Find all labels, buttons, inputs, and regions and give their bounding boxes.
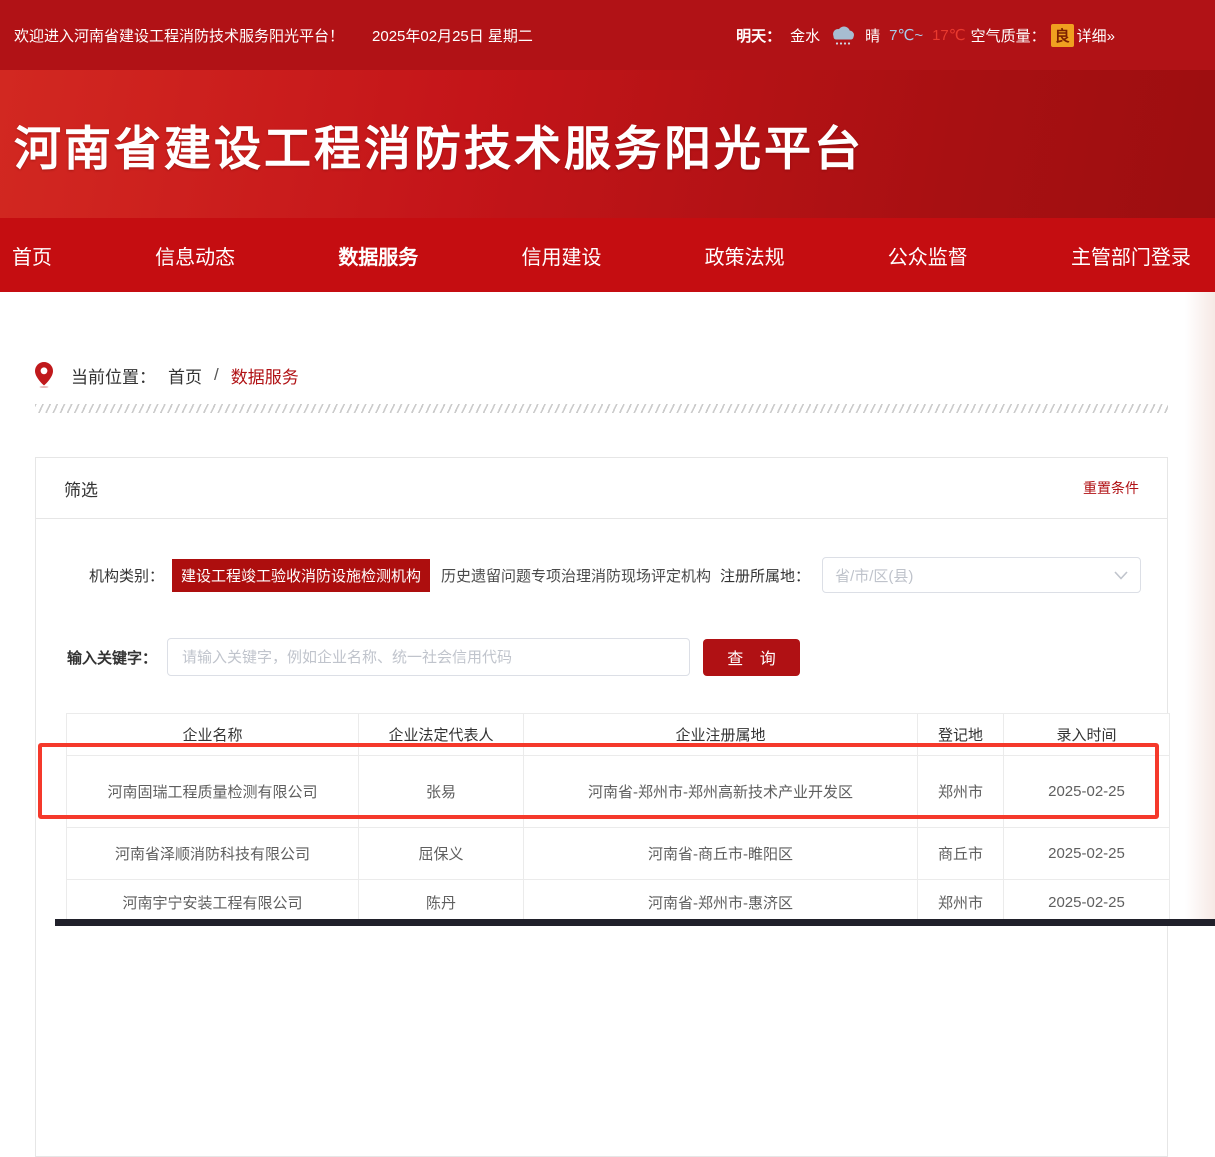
breadcrumb-home-link[interactable]: 首页	[168, 363, 202, 388]
cell-legal_rep: 张易	[359, 756, 524, 828]
column-header: 登记地	[918, 714, 1004, 756]
nav-item-news[interactable]: 信息动态	[155, 241, 235, 270]
column-header: 企业法定代表人	[359, 714, 524, 756]
cell-region: 河南省-商丘市-睢阳区	[524, 828, 918, 880]
cell-entry_date: 2025-02-25	[1004, 828, 1170, 880]
nav-item-data-service[interactable]: 数据服务	[338, 241, 418, 270]
region-select-placeholder: 省/市/区(县)	[835, 565, 913, 586]
cell-name: 河南固瑞工程质量检测有限公司	[67, 756, 359, 828]
weather-city: 金水	[790, 25, 820, 46]
region-select[interactable]: 省/市/区(县)	[822, 557, 1141, 593]
date-text: 2025年02月25日 星期二	[372, 25, 533, 46]
cell-name: 河南省泽顺消防科技有限公司	[67, 828, 359, 880]
topbar: 欢迎进入河南省建设工程消防技术服务阳光平台！ 2025年02月25日 星期二 明…	[0, 0, 1215, 70]
nav-item-policy[interactable]: 政策法规	[705, 241, 785, 270]
table-row-highlighted[interactable]: 河南固瑞工程质量检测有限公司张易河南省-郑州市-郑州高新技术产业开发区郑州市20…	[67, 756, 1170, 828]
results-table-wrap: 企业名称企业法定代表人企业注册属地登记地录入时间 河南固瑞工程质量检测有限公司张…	[66, 713, 1169, 926]
column-header: 企业注册属地	[524, 714, 918, 756]
filter-row-category-region: 机构类别： 建设工程竣工验收消防设施检测机构历史遗留问题专项治理消防现场评定机构…	[36, 557, 1167, 593]
weather-aqi-label: 空气质量：	[971, 25, 1046, 46]
breadcrumb-separator: /	[214, 365, 219, 385]
category-options: 建设工程竣工验收消防设施检测机构历史遗留问题专项治理消防现场评定机构	[172, 559, 720, 592]
filter-row-keyword: 输入关键字： 查 询	[36, 638, 1167, 676]
category-label: 机构类别：	[89, 565, 164, 586]
results-table: 企业名称企业法定代表人企业注册属地登记地录入时间 河南固瑞工程质量检测有限公司张…	[66, 713, 1170, 926]
cell-entry_date: 2025-02-25	[1004, 756, 1170, 828]
filter-title: 筛选	[64, 476, 98, 501]
chevron-down-icon	[1114, 571, 1128, 580]
nav-item-home[interactable]: 首页	[12, 241, 52, 270]
cell-legal_rep: 屈保义	[359, 828, 524, 880]
cloud-icon	[829, 25, 856, 46]
nav-item-admin-login[interactable]: 主管部门登录	[1071, 241, 1191, 270]
nav-item-supervision[interactable]: 公众监督	[888, 241, 968, 270]
filter-panel: 筛选 重置条件 机构类别： 建设工程竣工验收消防设施检测机构历史遗留问题专项治理…	[35, 457, 1168, 1157]
keyword-input[interactable]	[167, 638, 690, 676]
site-banner: 河南省建设工程消防技术服务阳光平台	[0, 70, 1215, 218]
table-header-row: 企业名称企业法定代表人企业注册属地登记地录入时间	[67, 714, 1170, 756]
weather-detail-link[interactable]: 详细»	[1077, 25, 1115, 46]
breadcrumb-current-link[interactable]: 数据服务	[231, 363, 299, 388]
right-edge-gradient	[1185, 292, 1215, 926]
column-header: 企业名称	[67, 714, 359, 756]
breadcrumb: 当前位置： 首页 / 数据服务	[35, 362, 299, 388]
breadcrumb-label: 当前位置：	[71, 363, 156, 388]
weather-aqi-badge: 良	[1051, 24, 1074, 47]
reset-filters-link[interactable]: 重置条件	[1083, 478, 1139, 498]
search-button[interactable]: 查 询	[703, 639, 800, 676]
footer-bar	[55, 919, 1215, 926]
weather-condition: 晴	[865, 25, 880, 46]
cell-region: 河南省-郑州市-郑州高新技术产业开发区	[524, 756, 918, 828]
weather-tomorrow-label: 明天：	[736, 25, 781, 46]
filter-panel-header: 筛选 重置条件	[36, 458, 1167, 519]
weather-widget: 明天： 金水 晴 7℃~ 17℃ 空气质量： 良 详细»	[736, 24, 1115, 47]
weather-temp-low: 7℃~	[889, 26, 923, 44]
table-row[interactable]: 河南省泽顺消防科技有限公司屈保义河南省-商丘市-睢阳区商丘市2025-02-25	[67, 828, 1170, 880]
category-option-acceptance-testing[interactable]: 建设工程竣工验收消防设施检测机构	[172, 559, 430, 592]
cell-registry: 郑州市	[918, 756, 1004, 828]
welcome-text: 欢迎进入河南省建设工程消防技术服务阳光平台！	[14, 25, 344, 46]
location-pin-icon	[35, 362, 53, 388]
weather-temp-high: 17℃	[932, 26, 966, 44]
divider-pattern	[35, 404, 1168, 413]
main-nav: 首页 信息动态 数据服务 信用建设 政策法规 公众监督 主管部门登录	[0, 218, 1215, 292]
region-label: 注册所属地：	[720, 565, 810, 586]
category-option-legacy-assessment[interactable]: 历史遗留问题专项治理消防现场评定机构	[432, 559, 720, 592]
keyword-label: 输入关键字：	[67, 647, 157, 668]
column-header: 录入时间	[1004, 714, 1170, 756]
nav-item-credit[interactable]: 信用建设	[521, 241, 601, 270]
site-title: 河南省建设工程消防技术服务阳光平台	[14, 110, 864, 179]
cell-registry: 商丘市	[918, 828, 1004, 880]
